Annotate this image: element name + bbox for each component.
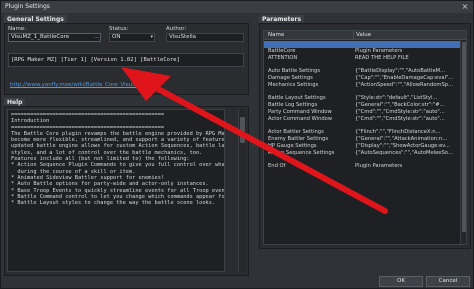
plugin-url-link[interactable]: http://www.yanfly.moe/wiki/Battle_Core_V… xyxy=(10,82,159,88)
status-select[interactable]: ON ▾ xyxy=(109,33,155,42)
help-line: * Action Sequence Plugin Commands to giv… xyxy=(11,162,225,169)
table-row[interactable]: Damage Settings {"Cap":"","EnableDamageCa… xyxy=(264,75,460,82)
close-icon[interactable]: × xyxy=(460,1,470,13)
help-scrollbar[interactable] xyxy=(238,109,246,272)
table-row[interactable]: HP Gauge Settings {"Display":"","ShowActo… xyxy=(264,143,460,150)
column-header-name[interactable]: Name xyxy=(266,31,284,40)
column-header-value[interactable]: Value xyxy=(353,31,371,40)
param-name: End Of xyxy=(268,163,286,170)
param-name: Damage Settings xyxy=(268,75,313,81)
param-name: Enemy Battler Settings xyxy=(268,136,329,143)
param-value: {"Style:str":"default","ListStyl... xyxy=(355,95,438,102)
table-row[interactable]: Party Command Window {"Cmd":"","CmdStyle:… xyxy=(264,109,460,116)
param-value: {"BattleDisplay":"","AutoBattleM... xyxy=(355,68,446,75)
param-value: {"Cmd":"","CmdStyle:str":"auto"... xyxy=(355,115,445,122)
name-label: Name: xyxy=(8,26,27,32)
author-value: VisuStella xyxy=(169,34,196,40)
help-text-area[interactable]: ========================================… xyxy=(7,109,225,272)
plugin-settings-window: Plugin Settings × General Settings Name:… xyxy=(0,0,474,289)
ok-button[interactable]: OK xyxy=(379,276,423,287)
param-name: Party Command Window xyxy=(268,109,332,115)
param-name: HP Gauge Settings xyxy=(268,143,317,149)
param-value: {"Cap":"","EnableDamageCap:eval"... xyxy=(355,75,454,81)
help-line: * Base Troop Events to quickly streamlin… xyxy=(11,187,225,194)
param-value: {"AutoSequences":"","AutoMeleeSo... xyxy=(355,149,453,156)
name-value: VisuMZ_1_BattleCore xyxy=(11,34,70,40)
table-row[interactable]: Battle Layout Settings {"Style:str":"defa… xyxy=(264,95,460,102)
title-bar: Plugin Settings × xyxy=(1,1,473,13)
description-field[interactable]: [RPG Maker MZ] [Tier 1] [Version 1.02] [… xyxy=(8,53,244,67)
param-name: Battle Layout Settings xyxy=(268,95,326,102)
table-row[interactable] xyxy=(264,41,460,48)
table-row[interactable]: Auto Battle Settings {"BattleDisplay":"",… xyxy=(264,68,460,75)
parameters-scrollbar[interactable] xyxy=(460,40,466,244)
parameters-table-header: Name Value xyxy=(264,31,466,40)
param-name: Action Sequence Settings xyxy=(268,149,335,156)
table-row[interactable]: Battle Log Settings {"General":"","BackCo… xyxy=(264,102,460,109)
table-row[interactable]: Enemy Battler Settings {"General":"","Att… xyxy=(264,136,460,143)
description-text: [RPG Maker MZ] [Tier 1] [Version 1.02] [… xyxy=(11,57,180,63)
parameters-scrollbar-thumb[interactable] xyxy=(462,42,466,232)
param-value: {"Flinch":"","FlinchDistanceX:n... xyxy=(355,129,441,136)
param-value: {"General":"","AttackAnimation:n... xyxy=(355,136,448,143)
param-name: Actor Command Window xyxy=(268,115,333,122)
table-row[interactable]: Actor Battler Settings {"Flinch":"","Flin… xyxy=(264,129,460,136)
status-value: ON xyxy=(112,34,121,40)
table-row[interactable]: End Of Plugin Parameters xyxy=(264,163,460,170)
param-name: Mechanics Settings xyxy=(268,81,319,88)
param-value: {"General":"","BackColor:str":"#... xyxy=(355,102,445,109)
table-row[interactable] xyxy=(264,61,460,68)
table-row[interactable] xyxy=(264,157,460,164)
parameters-table[interactable]: Name Value BattleCore Plugin Parameters AT… xyxy=(263,30,467,245)
param-value: READ THE HELP FILE xyxy=(355,54,409,61)
help-line: * Auto Battle options for party-wide and… xyxy=(11,181,209,188)
author-field[interactable]: VisuStella xyxy=(166,33,244,42)
param-value: {"ActionSpeed":"","AllowRandomSp... xyxy=(355,81,453,88)
name-field[interactable]: VisuMZ_1_BattleCore … xyxy=(8,33,101,42)
param-name: Actor Battler Settings xyxy=(268,129,324,136)
table-row[interactable]: Mechanics Settings {"ActionSpeed":"","All… xyxy=(264,82,460,89)
param-value: Plugin Parameters xyxy=(355,47,403,54)
cancel-button[interactable]: Cancel xyxy=(426,276,470,287)
help-line: * Battle Layout styles to change the way… xyxy=(11,200,216,207)
table-row[interactable]: Action Sequence Settings {"AutoSequences"… xyxy=(264,150,460,157)
help-scrollbar-thumb[interactable] xyxy=(240,117,245,143)
param-name: ATTENTION xyxy=(268,54,298,61)
table-row[interactable] xyxy=(264,89,460,96)
table-row[interactable]: ATTENTION READ THE HELP FILE xyxy=(264,55,460,62)
ellipsis-icon[interactable]: … xyxy=(94,34,99,41)
table-row[interactable] xyxy=(264,123,460,130)
param-value: {"Cmd":"","CmdStyle:str":"auto"... xyxy=(355,109,445,115)
table-row[interactable]: BattleCore Plugin Parameters xyxy=(264,48,460,55)
author-label: Author: xyxy=(166,26,187,32)
param-value: Plugin Parameters xyxy=(355,163,403,170)
table-row[interactable]: Actor Command Window {"Cmd":"","CmdStyle:… xyxy=(264,116,460,123)
status-label: Status: xyxy=(109,26,129,32)
window-title: Plugin Settings xyxy=(5,3,50,10)
param-name: Auto Battle Settings xyxy=(268,68,321,75)
param-value: {"Display":"","ShowActorGauge:ev... xyxy=(355,143,450,149)
help-line: updated battle engine allows for custom … xyxy=(11,143,225,150)
param-name: BattleCore xyxy=(268,47,296,54)
param-name: Battle Log Settings xyxy=(268,102,318,109)
chevron-down-icon: ▾ xyxy=(150,34,153,40)
